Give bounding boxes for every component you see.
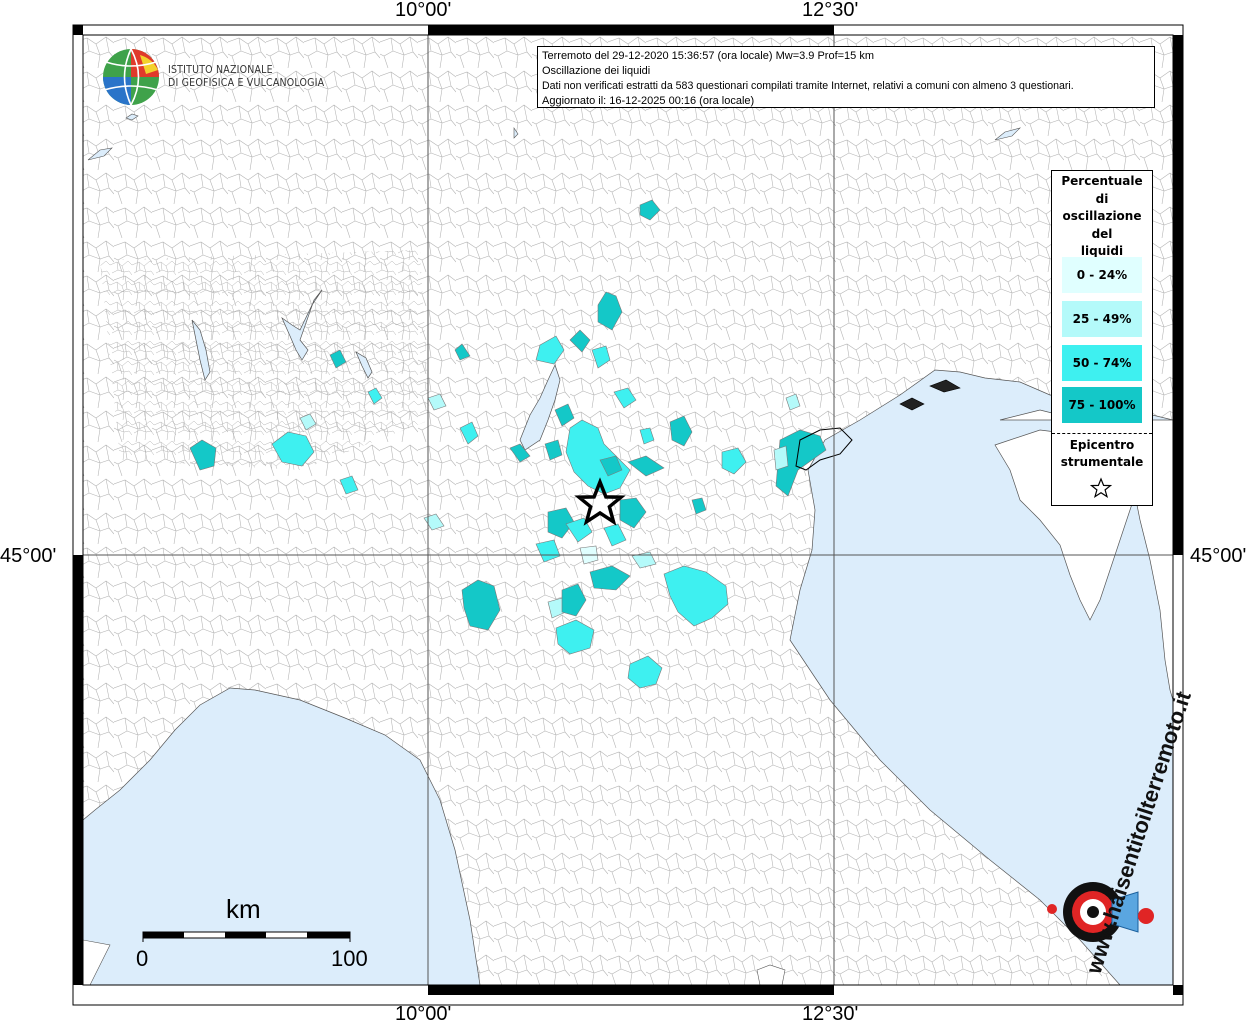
scale-unit: km bbox=[226, 894, 261, 924]
lat-label-left: 45°00' bbox=[0, 545, 57, 567]
legend-item-25-49: 25 - 49% bbox=[1062, 301, 1142, 337]
lat-label-right: 45°00' bbox=[1190, 545, 1247, 567]
legend-epicenter-line-1: Epicentro bbox=[1069, 438, 1135, 452]
legend-star-icon bbox=[1090, 477, 1112, 498]
lon-label-top-left: 10°00' bbox=[395, 0, 452, 21]
lon-label-top-right: 12°30' bbox=[802, 0, 859, 21]
scale-max: 100 bbox=[331, 946, 368, 971]
legend-item-75-100: 75 - 100% bbox=[1062, 387, 1142, 423]
legend-epicenter-line-2: strumentale bbox=[1060, 455, 1144, 469]
legend-title-line: oscillazione bbox=[1062, 209, 1142, 223]
lon-label-bottom-right: 12°30' bbox=[802, 1003, 859, 1025]
legend: Percentuale di oscillazione del liquidi … bbox=[1051, 170, 1153, 506]
ingv-logo-text: ISTITUTO NAZIONALE DI GEOFISICA E VULCAN… bbox=[168, 64, 324, 90]
legend-title-line: del bbox=[1091, 226, 1113, 241]
logo-line-2: DI GEOFISICA E VULCANOLOGIA bbox=[168, 77, 325, 89]
event-info-line-4: Aggiornato il: 16-12-2025 00:16 (ora loc… bbox=[542, 95, 755, 107]
legend-epicenter-label: Epicentro strumentale bbox=[1052, 437, 1152, 471]
scale-min: 0 bbox=[136, 946, 149, 971]
legend-title-line: di bbox=[1095, 191, 1109, 206]
lon-label-bottom-left: 10°00' bbox=[395, 1003, 452, 1025]
legend-item-50-74: 50 - 74% bbox=[1062, 345, 1142, 381]
event-info-line-3: Dati non verificati estratti da 583 ques… bbox=[542, 80, 1074, 92]
legend-divider bbox=[1052, 433, 1152, 434]
legend-title: Percentuale di oscillazione del liquidi bbox=[1052, 173, 1152, 261]
legend-title-line: Percentuale bbox=[1061, 174, 1143, 188]
dense-comuni-lombardy bbox=[100, 250, 430, 470]
event-info-box: Terremoto del 29-12-2020 15:36:57 (ora l… bbox=[537, 46, 1155, 108]
event-info-line-2: Oscillazione dei liquidi bbox=[542, 65, 651, 77]
ingv-logo-icon bbox=[103, 48, 159, 106]
intensity-map: www.haisentitoilterremoto.it bbox=[72, 24, 1196, 1006]
legend-item-0-24: 0 - 24% bbox=[1062, 257, 1142, 293]
event-info-line-1: Terremoto del 29-12-2020 15:36:57 (ora l… bbox=[542, 50, 875, 62]
logo-line-1: ISTITUTO NAZIONALE bbox=[168, 64, 273, 76]
